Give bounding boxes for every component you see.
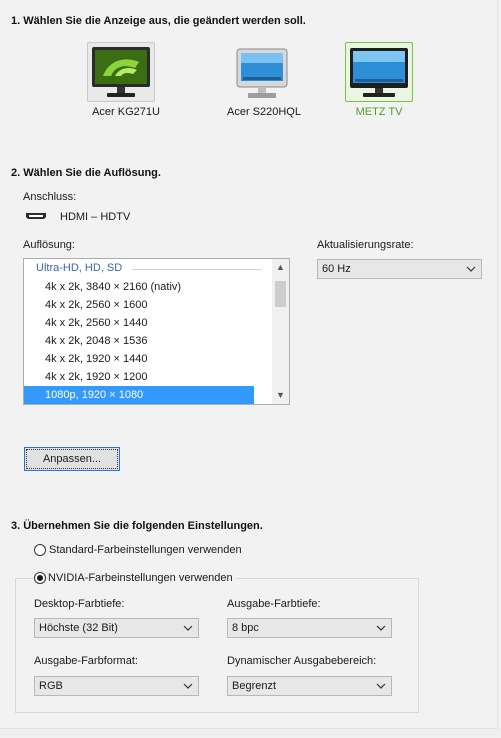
hdmi-connector-icon <box>26 213 46 219</box>
radio-nvidia-label[interactable]: NVIDIA-Farbeinstellungen verwenden <box>48 572 236 584</box>
resolution-item[interactable]: 4k x 2k, 2560 × 1440 <box>24 314 254 332</box>
chevron-down-icon <box>376 683 386 689</box>
connection-value: HDMI – HDTV <box>60 211 131 223</box>
scroll-up-icon[interactable]: ▲ <box>272 259 289 276</box>
refresh-rate-label: Aktualisierungsrate: <box>317 239 414 251</box>
refresh-rate-value: 60 Hz <box>322 263 351 275</box>
resolution-listbox[interactable]: Ultra-HD, HD, SD 4k x 2k, 3840 × 2160 (n… <box>23 258 290 405</box>
resolution-group-header: Ultra-HD, HD, SD <box>36 262 123 274</box>
monitor-icon <box>236 48 288 98</box>
refresh-rate-select[interactable]: 60 Hz <box>317 259 482 279</box>
customize-button[interactable]: Anpassen... <box>24 447 120 471</box>
chevron-down-icon <box>183 683 193 689</box>
desktop-depth-label: Desktop-Farbtiefe: <box>34 598 125 610</box>
chevron-down-icon <box>376 625 386 631</box>
resolution-item[interactable]: 4k x 2k, 1920 × 1200 <box>24 368 254 386</box>
listbox-scrollbar[interactable]: ▲ ▼ <box>272 259 289 404</box>
tv-monitor-icon <box>350 48 408 97</box>
resolution-item[interactable]: 4k x 2k, 2560 × 1600 <box>24 296 254 314</box>
step3-heading: 3. Übernehmen Sie die folgenden Einstell… <box>11 520 263 532</box>
chevron-down-icon <box>183 625 193 631</box>
scrollbar-thumb[interactable] <box>275 281 286 307</box>
radio-nvidia-colors[interactable] <box>34 572 46 584</box>
output-format-value: RGB <box>39 680 63 692</box>
step1-heading: 1. Wählen Sie die Anzeige aus, die geänd… <box>11 15 306 27</box>
dynamic-range-value: Begrenzt <box>232 680 277 692</box>
resolution-label: Auflösung: <box>23 239 75 251</box>
display-name: METZ TV <box>355 106 403 118</box>
output-format-select[interactable]: RGB <box>34 676 199 696</box>
resolution-item-selected[interactable]: 1080p, 1920 × 1080 <box>24 386 254 404</box>
output-format-label: Ausgabe-Farbformat: <box>34 655 138 667</box>
dynamic-range-label: Dynamischer Ausgabebereich: <box>227 655 377 667</box>
radio-default-colors[interactable] <box>34 544 46 556</box>
chevron-down-icon <box>466 266 476 272</box>
display-name: Acer S220HQL <box>227 106 301 118</box>
radio-default-label[interactable]: Standard-Farbeinstellungen verwenden <box>49 544 242 556</box>
output-depth-select[interactable]: 8 bpc <box>227 618 392 638</box>
monitor-nvidia-icon <box>92 47 150 97</box>
resolution-item[interactable]: 4k x 2k, 3840 × 2160 (nativ) <box>24 278 254 296</box>
display-settings-panel: 1. Wählen Sie die Anzeige aus, die geänd… <box>0 0 498 729</box>
scroll-down-icon[interactable]: ▼ <box>272 387 289 404</box>
resolution-item[interactable]: 4k x 2k, 2048 × 1536 <box>24 332 254 350</box>
desktop-depth-value: Höchste (32 Bit) <box>39 622 118 634</box>
display-name: Acer KG271U <box>92 106 160 118</box>
dynamic-range-select[interactable]: Begrenzt <box>227 676 392 696</box>
resolution-item[interactable]: 4k x 2k, 1920 × 1440 <box>24 350 254 368</box>
group-divider <box>132 269 261 270</box>
desktop-depth-select[interactable]: Höchste (32 Bit) <box>34 618 199 638</box>
output-depth-value: 8 bpc <box>232 622 259 634</box>
output-depth-label: Ausgabe-Farbtiefe: <box>227 598 321 610</box>
step2-heading: 2. Wählen Sie die Auflösung. <box>11 167 161 179</box>
connection-label: Anschluss: <box>23 191 77 203</box>
